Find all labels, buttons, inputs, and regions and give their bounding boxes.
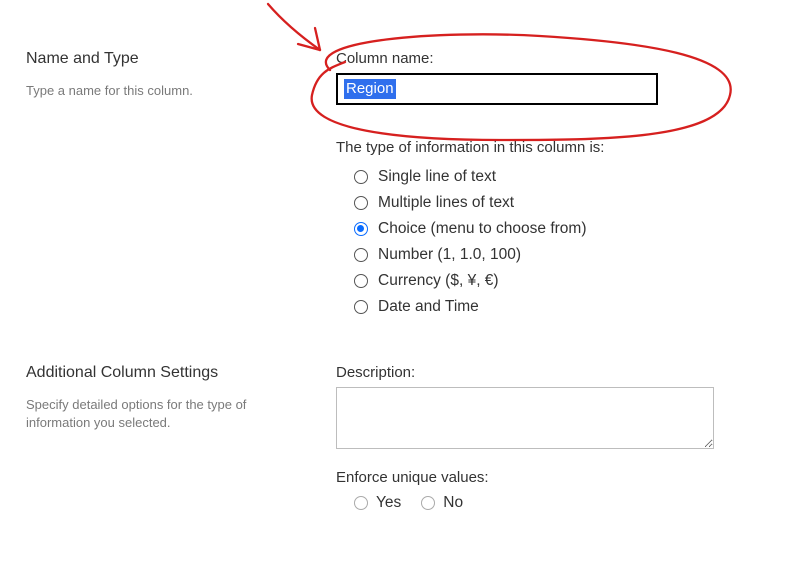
enforce-option-label: No (443, 494, 463, 512)
description-label: Description: (336, 364, 766, 381)
type-option-choice[interactable]: Choice (menu to choose from) (336, 220, 766, 238)
type-option-label: Number (1, 1.0, 100) (378, 246, 521, 264)
enforce-label: Enforce unique values: (336, 469, 766, 486)
type-option-label: Choice (menu to choose from) (378, 220, 586, 238)
column-name-value: Region (344, 79, 396, 99)
type-option-label: Multiple lines of text (378, 194, 514, 212)
type-option-number[interactable]: Number (1, 1.0, 100) (336, 246, 766, 264)
radio-icon (354, 222, 368, 236)
section-right: Column name: Region The type of informat… (326, 50, 766, 324)
column-name-input[interactable]: Region (336, 73, 658, 105)
radio-icon (354, 196, 368, 210)
radio-icon (354, 248, 368, 262)
type-option-label: Currency ($, ¥, €) (378, 272, 499, 290)
enforce-option-label: Yes (376, 494, 401, 512)
type-options-list: Single line of text Multiple lines of te… (336, 168, 766, 316)
section-name-and-type: Name and Type Type a name for this colum… (0, 0, 786, 324)
section-subtext: Type a name for this column. (26, 82, 326, 100)
section-left: Additional Column Settings Specify detai… (26, 364, 326, 432)
column-name-label: Column name: (336, 50, 766, 67)
enforce-block: Enforce unique values: Yes No (336, 469, 766, 512)
section-right: Description: Enforce unique values: Yes … (326, 364, 766, 512)
enforce-option-yes[interactable]: Yes (354, 494, 401, 512)
type-option-currency[interactable]: Currency ($, ¥, €) (336, 272, 766, 290)
radio-icon (421, 496, 435, 510)
enforce-option-no[interactable]: No (421, 494, 463, 512)
section-heading: Additional Column Settings (26, 364, 326, 382)
type-option-multiple-lines[interactable]: Multiple lines of text (336, 194, 766, 212)
section-additional-settings: Additional Column Settings Specify detai… (0, 324, 786, 512)
type-option-label: Single line of text (378, 168, 496, 186)
section-heading: Name and Type (26, 50, 326, 68)
type-option-label: Date and Time (378, 298, 479, 316)
type-option-date-time[interactable]: Date and Time (336, 298, 766, 316)
radio-icon (354, 300, 368, 314)
radio-icon (354, 496, 368, 510)
radio-icon (354, 274, 368, 288)
enforce-options: Yes No (336, 494, 766, 512)
type-option-single-line[interactable]: Single line of text (336, 168, 766, 186)
description-textarea[interactable] (336, 387, 714, 449)
type-info-label: The type of information in this column i… (336, 139, 766, 156)
section-left: Name and Type Type a name for this colum… (26, 50, 326, 100)
section-subtext: Specify detailed options for the type of… (26, 396, 326, 432)
radio-icon (354, 170, 368, 184)
type-info-block: The type of information in this column i… (336, 139, 766, 316)
